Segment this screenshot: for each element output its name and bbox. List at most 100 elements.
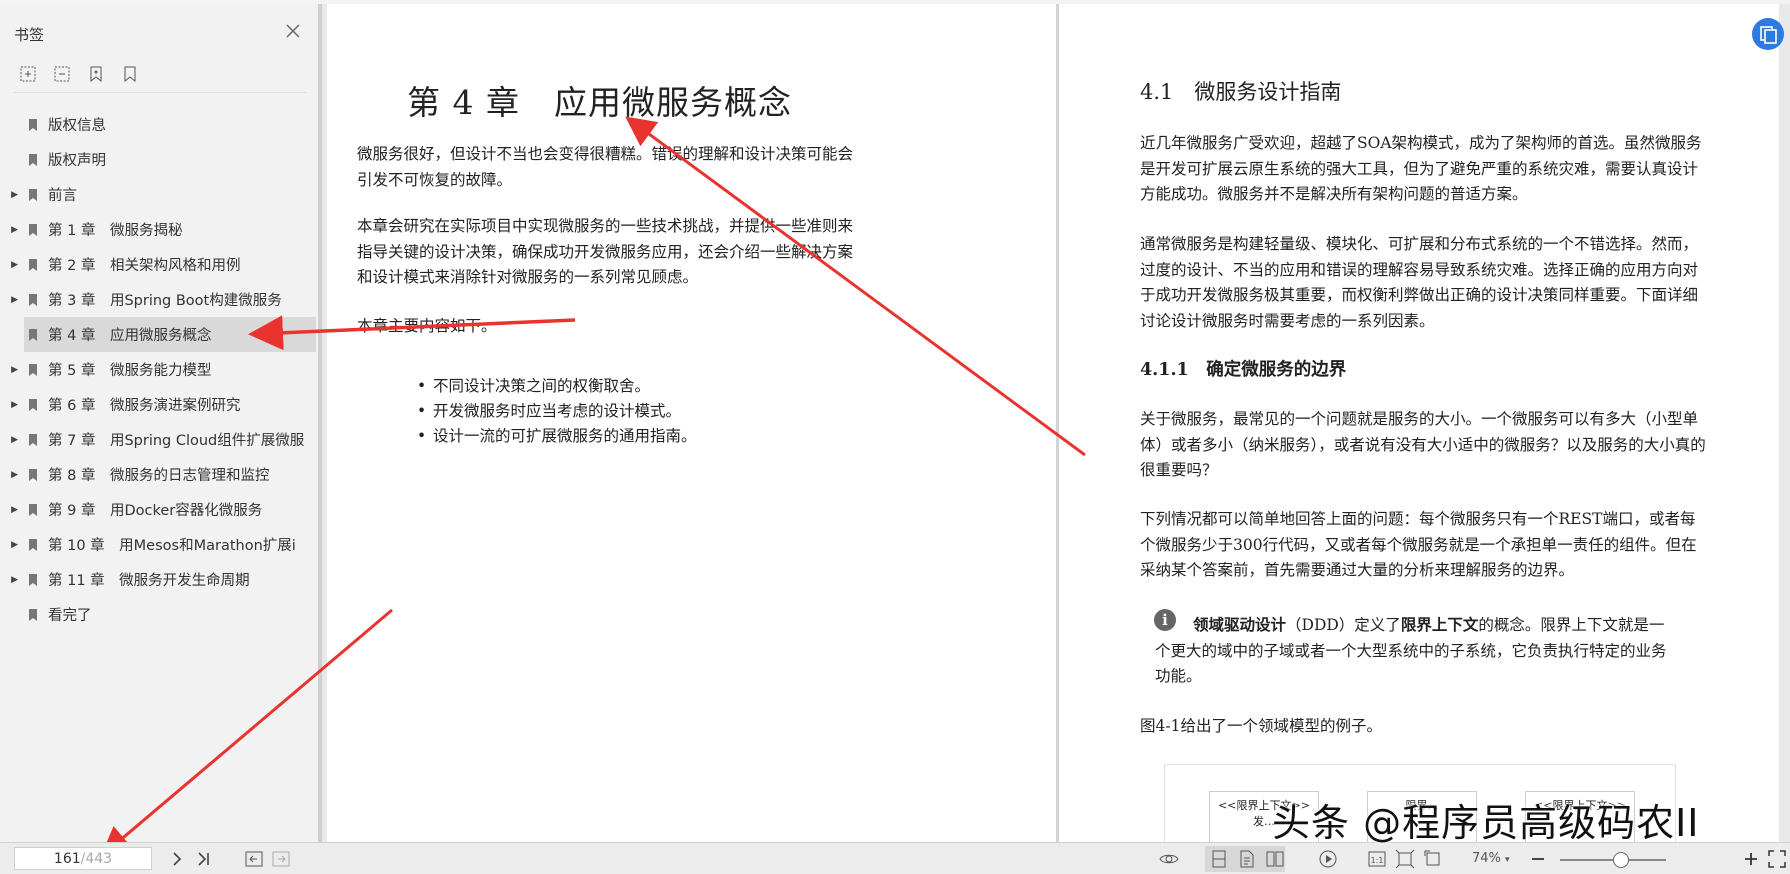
expand-triangle-icon[interactable]: ▶ (0, 295, 18, 305)
bookmark-icon (29, 398, 37, 411)
bookmark-item[interactable]: 看完了 (0, 597, 318, 632)
note-span: （DDD）定义了 (1286, 616, 1401, 634)
play-button[interactable] (1317, 848, 1339, 870)
paragraph: 微服务很好，但设计不当也会变得很糟糕。错误的理解和设计决策可能会引发不可恢复的故… (357, 145, 854, 189)
page-number-field[interactable]: 161/443 (14, 847, 152, 870)
collapse-all-icon[interactable] (52, 64, 72, 84)
paragraph: 关于微服务，最常见的一个问题就是服务的大小。一个微服务可以有多大（小型单体）或者… (1140, 410, 1706, 479)
bookmark-label: 第 1 章 微服务揭秘 (48, 223, 183, 239)
document-page-left: 第 4 章 应用微服务概念 微服务很好，但设计不当也会变得很糟糕。错误的理解和设… (327, 4, 1056, 842)
bookmark-icon[interactable] (120, 64, 140, 84)
expand-all-icon[interactable] (18, 64, 38, 84)
bookmark-label: 版权声明 (48, 153, 106, 169)
paragraph: 本章会研究在实际项目中实现微服务的一些技术挑战，并提供一些准则来指导关键的设计决… (357, 217, 854, 286)
fit-page-button[interactable] (1394, 848, 1416, 870)
bookmark-item[interactable]: ▶ 第 5 章 微服务能力模型 (0, 352, 318, 387)
bookmark-item[interactable]: ▶ 第 1 章 微服务揭秘 (0, 212, 318, 247)
bookmark-label: 第 3 章 用Spring Boot构建微服务 (48, 293, 282, 309)
subsection-heading: 4.1.1 确定微服务的边界 (1140, 360, 1347, 380)
chevron-right-icon (173, 852, 182, 866)
current-page: 161 (53, 851, 81, 867)
bookmark-item[interactable]: ▶ 第 9 章 用Docker容器化微服务 (0, 492, 318, 527)
bookmark-item[interactable]: ▶ 第 7 章 用Spring Cloud组件扩展微服 (0, 422, 318, 457)
chevron-down-icon: ▾ (1505, 855, 1510, 865)
bookmark-label: 第 2 章 相关架构风格和用例 (48, 258, 241, 274)
expand-triangle-icon[interactable]: ▶ (0, 225, 18, 235)
zoom-level[interactable]: 74% ▾ (1472, 851, 1510, 866)
section-heading: 4.1 微服务设计指南 (1140, 80, 1342, 104)
eye-icon (1159, 854, 1179, 864)
bookmark-item[interactable]: ▶ 第 3 章 用Spring Boot构建微服务 (0, 282, 318, 317)
document-page-right: 4.1 微服务设计指南 近几年微服务广受欢迎，超越了SOA架构模式，成为了架构师… (1059, 4, 1779, 842)
document-icon (1240, 850, 1254, 868)
note-term: 领域驱动设计 (1193, 615, 1287, 634)
rotate-icon (1424, 850, 1440, 866)
bookmark-label: 第 6 章 微服务演进案例研究 (48, 398, 241, 414)
close-icon[interactable] (282, 20, 304, 42)
bookmark-sidebar: 书签 版权信息版权声明 ▶ 前言 ▶ 第 1 章 微服务揭秘 ▶ 第 2 章 相关架构风格和… (0, 4, 322, 842)
translate-badge-icon[interactable] (1752, 18, 1784, 50)
bookmark-label: 前言 (48, 188, 77, 204)
expand-triangle-icon[interactable]: ▶ (0, 260, 18, 270)
bookmark-item[interactable]: ▶ 前言 (0, 177, 318, 212)
add-bookmark-icon[interactable] (86, 64, 106, 84)
expand-triangle-icon[interactable]: ▶ (0, 190, 18, 200)
next-page-button[interactable] (166, 848, 188, 870)
bookmark-item[interactable]: ▶ 第 8 章 微服务的日志管理和监控 (0, 457, 318, 492)
eye-protect-button[interactable] (1158, 848, 1180, 870)
expand-triangle-icon[interactable]: ▶ (0, 365, 18, 375)
expand-triangle-icon[interactable]: ▶ (0, 540, 18, 550)
expand-triangle-icon[interactable]: ▶ (0, 400, 18, 410)
bookmark-item[interactable]: 版权信息 (0, 107, 318, 142)
actual-size-button[interactable]: 1:1 (1366, 848, 1388, 870)
zoom-out-button[interactable] (1527, 848, 1549, 870)
play-icon (1319, 850, 1337, 868)
bookmark-icon (29, 503, 37, 516)
note-term: 限界上下文 (1400, 615, 1479, 634)
bookmark-item[interactable]: ▶第 4 章 应用微服务概念 (24, 317, 316, 352)
bullet-list: 不同设计决策之间的权衡取舍。 开发微服务时应当考虑的设计模式。 设计一流的可扩展… (395, 374, 697, 449)
zoom-in-button[interactable] (1740, 848, 1762, 870)
bookmark-item[interactable]: 版权声明 (0, 142, 318, 177)
continuous-page-button[interactable] (1236, 848, 1258, 870)
forward-button[interactable] (270, 848, 292, 870)
zoom-slider-thumb[interactable] (1613, 852, 1629, 868)
total-pages: /443 (80, 851, 113, 867)
two-page-button[interactable] (1264, 848, 1286, 870)
zoom-value: 74% (1472, 851, 1501, 866)
bookmark-icon (29, 363, 37, 376)
expand-triangle-icon[interactable]: ▶ (0, 575, 18, 585)
last-page-button[interactable] (193, 848, 215, 870)
bookmark-icon (29, 258, 37, 271)
sidebar-divider (14, 92, 306, 93)
bookmark-icon (29, 153, 37, 166)
expand-triangle-icon[interactable]: ▶ (0, 435, 18, 445)
actual-size-icon: 1:1 (1368, 851, 1386, 867)
plus-icon (1745, 853, 1757, 865)
back-icon (245, 851, 263, 867)
bookmark-icon (29, 538, 37, 551)
list-item: 设计一流的可扩展微服务的通用指南。 (395, 424, 697, 449)
bookmark-item[interactable]: ▶ 第 11 章 微服务开发生命周期 (0, 562, 318, 597)
bookmark-item[interactable]: ▶ 第 2 章 相关架构风格和用例 (0, 247, 318, 282)
bookmark-item[interactable]: ▶ 第 10 章 用Mesos和Marathon扩展i (0, 527, 318, 562)
rotate-button[interactable] (1422, 848, 1444, 870)
bookmark-label: 第 11 章 微服务开发生命周期 (48, 573, 250, 589)
fullscreen-button[interactable] (1766, 848, 1788, 870)
bookmark-icon (29, 223, 37, 236)
bookmark-icon (29, 293, 37, 306)
last-page-icon (198, 852, 209, 866)
single-page-icon (1212, 850, 1226, 868)
sidebar-title: 书签 (14, 26, 45, 44)
single-page-button[interactable] (1208, 848, 1230, 870)
bookmark-icon (29, 468, 37, 481)
bookmark-label: 第 7 章 用Spring Cloud组件扩展微服 (48, 433, 305, 449)
expand-triangle-icon[interactable]: ▶ (0, 470, 18, 480)
paragraph: 本章主要内容如下。 (357, 317, 497, 335)
back-button[interactable] (243, 848, 265, 870)
expand-triangle-icon[interactable]: ▶ (0, 505, 18, 515)
bookmark-list: 版权信息 版权声明 ▶ 前言 ▶ 第 1 章 微服务揭秘 ▶ 第 2 章 相关架构风格和用例 ▶… (0, 107, 318, 632)
paragraph: 近几年微服务广受欢迎，超越了SOA架构模式，成为了架构师的首选。虽然微服务是开发… (1140, 134, 1702, 203)
paragraph: 通常微服务是构建轻量级、模块化、可扩展和分布式系统的一个不错选择。然而，过度的设… (1140, 235, 1699, 330)
bookmark-item[interactable]: ▶ 第 6 章 微服务演进案例研究 (0, 387, 318, 422)
